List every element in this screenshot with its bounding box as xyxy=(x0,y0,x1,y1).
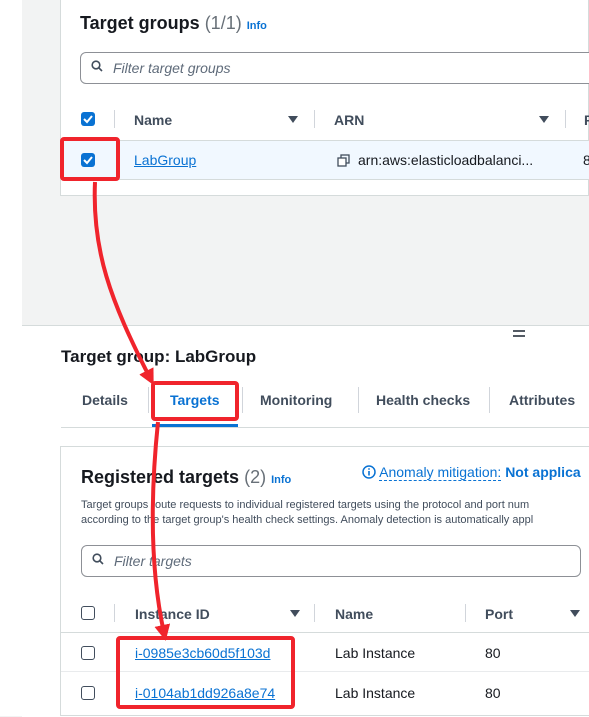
arrow-checkbox-to-tab xyxy=(92,181,154,386)
arrow-tab-to-instances xyxy=(150,421,171,641)
annotation-arrows xyxy=(92,181,171,641)
